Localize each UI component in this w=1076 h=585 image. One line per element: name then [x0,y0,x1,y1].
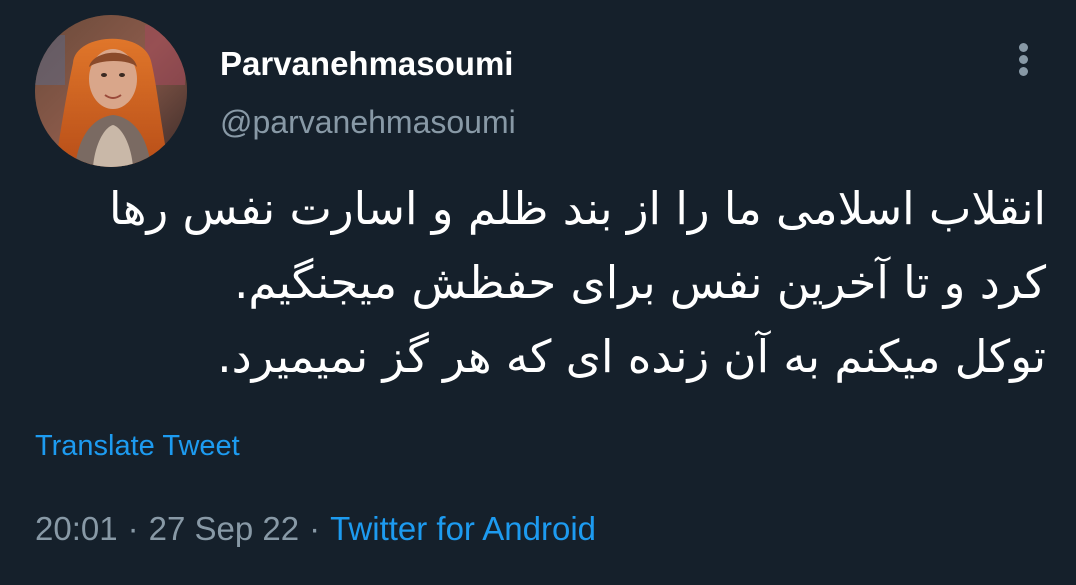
tweet-source-link[interactable]: Twitter for Android [330,510,596,547]
tweet-text-line: توکل میکنم به آن زنده ای که هر گز نمیمیر… [217,330,1046,383]
tweet-meta: 20:01 · 27 Sep 22 · Twitter for Android [35,507,596,551]
translate-tweet-link[interactable]: Translate Tweet [35,426,240,466]
profile-photo [35,15,187,167]
display-name[interactable]: Parvanehmasoumi [220,44,513,84]
tweet-card: Parvanehmasoumi @parvanehmasoumi انقلاب … [0,0,1076,585]
more-vertical-icon [1019,43,1028,52]
tweet-date[interactable]: 27 Sep 22 [149,510,299,547]
tweet-text: انقلاب اسلامی ما را از بند ظلم و اسارت ن… [30,172,1046,394]
username[interactable]: @parvanehmasoumi [220,102,516,142]
tweet-time[interactable]: 20:01 [35,510,118,547]
meta-separator: · [127,510,139,547]
meta-separator: · [309,510,321,547]
tweet-text-line: کرد و تا آخرین نفس برای حفظش میجنگیم. [234,256,1046,309]
avatar[interactable] [35,15,187,167]
tweet-text-line: انقلاب اسلامی ما را از بند ظلم و اسارت ن… [109,182,1046,235]
more-options-button[interactable] [1007,38,1041,82]
